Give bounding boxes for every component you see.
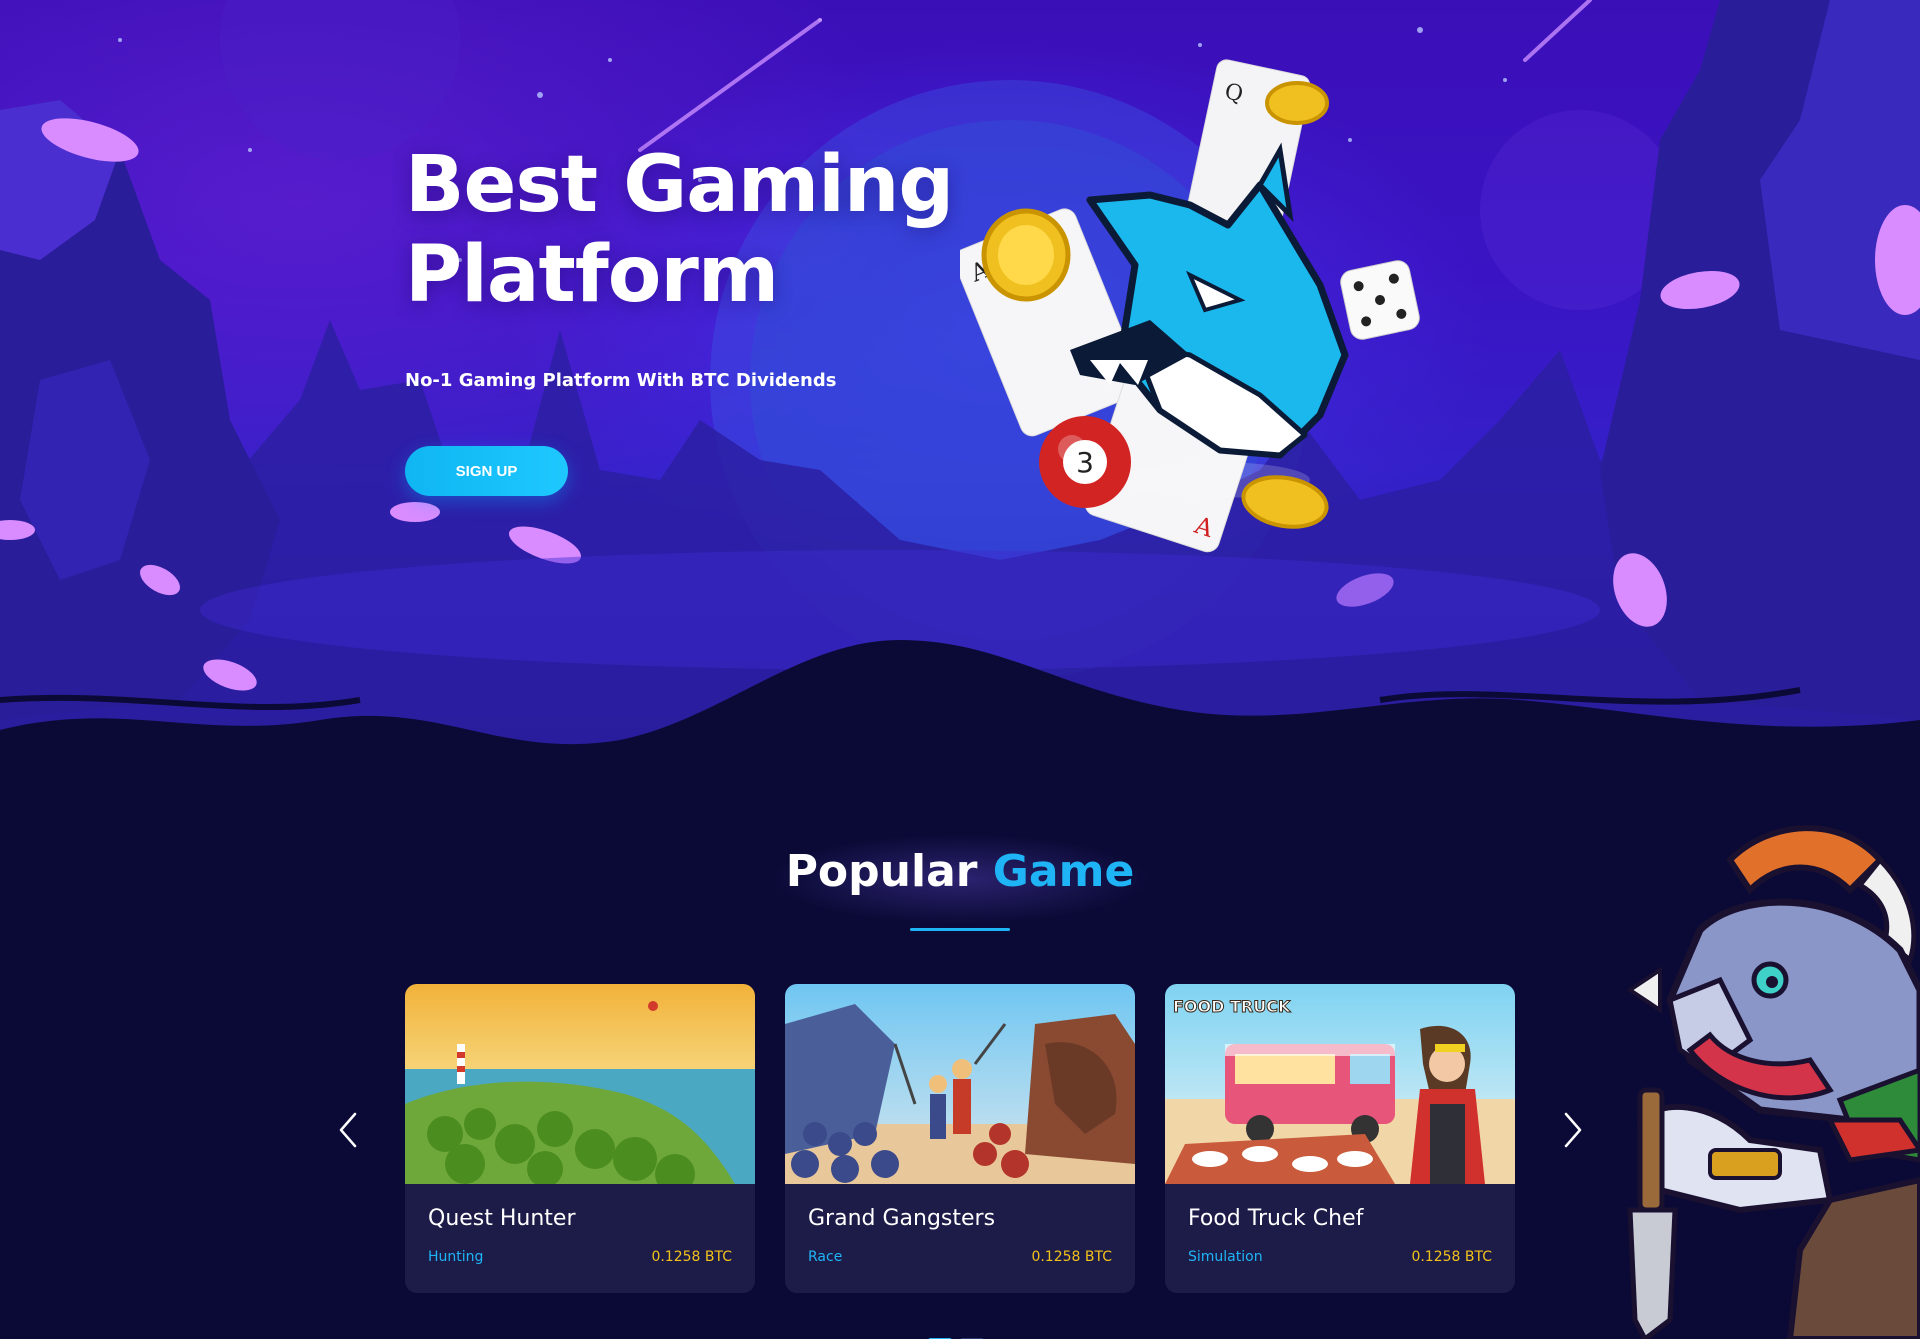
wolf-mascot-illustration: Q A A 3 <box>960 59 1420 553</box>
ball-number: 3 <box>1076 446 1094 479</box>
signup-button[interactable]: SIGN UP <box>405 446 568 496</box>
carousel-pagination <box>928 1330 992 1339</box>
game-thumbnail <box>405 984 755 1184</box>
game-genre: Race <box>808 1249 843 1265</box>
chevron-left-icon[interactable] <box>333 1110 363 1150</box>
food-truck-logo: FOOD TRUCK <box>1173 997 1291 1016</box>
rhino-warrior-illustration <box>1626 825 1920 1339</box>
section-title-word2: Game <box>992 846 1135 897</box>
game-card-quest-hunter[interactable]: Quest Hunter Hunting 0.1258 BTC <box>405 984 755 1293</box>
hero-title: Best Gaming Platform <box>405 140 954 320</box>
game-card-grand-gangsters[interactable]: Grand Gangsters Race 0.1258 BTC <box>785 984 1135 1293</box>
game-genre: Hunting <box>428 1249 484 1265</box>
game-title: Quest Hunter <box>428 1206 576 1231</box>
hero-title-line2: Platform <box>405 230 779 320</box>
hero-section: Best Gaming Platform No-1 Gaming Platfor… <box>0 0 1920 790</box>
game-thumbnail: FOOD TRUCK <box>1165 984 1515 1184</box>
game-genre: Simulation <box>1188 1249 1263 1265</box>
section-title-underline <box>910 928 1010 931</box>
hero-title-line1: Best Gaming <box>405 140 954 230</box>
hero-subtitle: No-1 Gaming Platform With BTC Dividends <box>405 370 837 391</box>
chevron-right-icon[interactable] <box>1558 1110 1588 1150</box>
game-card-food-truck-chef[interactable]: FOOD TRUCK Food Truck Chef Simulation 0.… <box>1165 984 1515 1293</box>
game-title: Grand Gangsters <box>808 1206 996 1231</box>
game-thumbnail <box>785 984 1135 1184</box>
game-price: 0.1258 BTC <box>1031 1249 1112 1265</box>
section-title-word1: Popular <box>785 846 978 897</box>
game-price: 0.1258 BTC <box>651 1249 732 1265</box>
game-title: Food Truck Chef <box>1188 1206 1364 1231</box>
game-price: 0.1258 BTC <box>1411 1249 1492 1265</box>
